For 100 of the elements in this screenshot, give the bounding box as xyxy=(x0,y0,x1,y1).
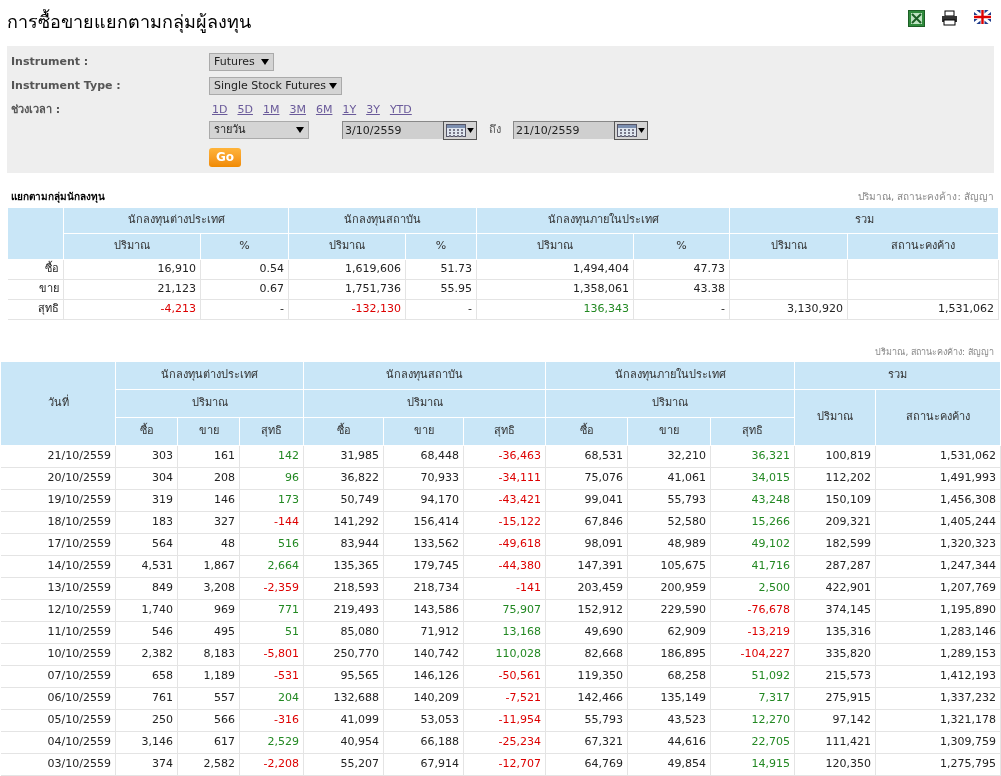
calendar-button[interactable] xyxy=(614,120,648,140)
range-link[interactable]: 3Y xyxy=(366,102,380,119)
row-label: ขาย xyxy=(7,279,64,299)
table-cell: 82,668 xyxy=(545,643,628,666)
table-cell: 1,531,062 xyxy=(875,445,1001,468)
table-cell: -50,561 xyxy=(463,665,546,688)
table-cell: 41,716 xyxy=(710,555,795,578)
table-cell: 143,586 xyxy=(383,599,464,622)
caret-icon xyxy=(638,127,645,133)
column-header: สุทธิ xyxy=(710,417,795,446)
date-cell: 05/10/2559 xyxy=(0,709,116,732)
table-cell: 36,822 xyxy=(303,467,384,490)
field-label: Instrument : xyxy=(11,53,90,70)
range-link[interactable]: 1D xyxy=(212,102,228,119)
table-cell: 85,080 xyxy=(303,621,384,644)
table-cell: 319 xyxy=(115,489,178,512)
range-link[interactable]: 3M xyxy=(289,102,306,119)
table-cell: 135,149 xyxy=(627,687,711,710)
date-cell: 12/10/2559 xyxy=(0,599,116,622)
table-cell: -4,213 xyxy=(63,299,201,319)
column-header: ซื้อ xyxy=(545,417,628,446)
table-cell: 98,091 xyxy=(545,533,628,556)
column-header: ขาย xyxy=(383,417,464,446)
instrument-type-dropdown[interactable]: Single Stock Futures xyxy=(209,77,342,95)
range-link[interactable]: 5D xyxy=(237,102,253,119)
table-cell: 146 xyxy=(177,489,240,512)
column-header: % xyxy=(633,233,730,259)
table-cell: 218,734 xyxy=(383,577,464,600)
to-label: ถึง xyxy=(489,121,501,138)
table-cell: 209,321 xyxy=(794,511,876,534)
table-cell: 1,189 xyxy=(177,665,240,688)
group-header: รวม xyxy=(794,361,1001,390)
table-cell: 133,562 xyxy=(383,533,464,556)
table-cell: 55,793 xyxy=(627,489,711,512)
table-cell: 53,053 xyxy=(383,709,464,732)
table-cell: 495 xyxy=(177,621,240,644)
to-date-field[interactable]: 21/10/2559 xyxy=(513,121,614,139)
table-cell: 250,770 xyxy=(303,643,384,666)
table-cell: 51.73 xyxy=(405,259,477,279)
table-cell: 3,146 xyxy=(115,731,178,754)
page-title: การซื้อขายแยกตามกลุ่มผู้ลงทุน xyxy=(7,8,251,35)
table-cell: 95,565 xyxy=(303,665,384,688)
table-cell: 1,275,795 xyxy=(875,753,1001,776)
table-cell: 147,391 xyxy=(545,555,628,578)
table-cell: -2,208 xyxy=(239,753,304,776)
table-cell: 146,126 xyxy=(383,665,464,688)
row-label: สุทธิ xyxy=(7,299,64,319)
date-cell: 13/10/2559 xyxy=(0,577,116,600)
table-cell: 13,168 xyxy=(463,621,546,644)
date-cell: 04/10/2559 xyxy=(0,731,116,754)
calendar-icon xyxy=(617,123,637,137)
table-cell: 1,358,061 xyxy=(476,279,634,299)
table-cell: 105,675 xyxy=(627,555,711,578)
table-cell: 41,061 xyxy=(627,467,711,490)
table-cell: 156,414 xyxy=(383,511,464,534)
table-cell: -12,707 xyxy=(463,753,546,776)
table-cell: 2,382 xyxy=(115,643,178,666)
table-cell: 132,688 xyxy=(303,687,384,710)
table-cell: 94,170 xyxy=(383,489,464,512)
table-cell: 71,912 xyxy=(383,621,464,644)
range-link[interactable]: 1M xyxy=(262,102,280,119)
table-cell: 287,287 xyxy=(794,555,876,578)
table-cell: 55,207 xyxy=(303,753,384,776)
table-cell: 99,041 xyxy=(545,489,628,512)
table-cell: -76,678 xyxy=(710,599,795,622)
range-link[interactable]: 1Y xyxy=(342,102,357,119)
table-cell: 8,183 xyxy=(177,643,240,666)
column-header: สุทธิ xyxy=(239,417,304,446)
frequency-dropdown[interactable]: รายวัน xyxy=(209,121,309,139)
table-cell: 15,266 xyxy=(710,511,795,534)
column-header: วันที่ xyxy=(0,361,116,446)
field-label: ช่วงเวลา : xyxy=(11,102,62,118)
table-cell: 2,500 xyxy=(710,577,795,600)
table-cell: 68,531 xyxy=(545,445,628,468)
table-cell: 110,028 xyxy=(463,643,546,666)
spreadsheet-icon[interactable] xyxy=(908,10,925,27)
table-cell: 31,985 xyxy=(303,445,384,468)
column-header: สุทธิ xyxy=(463,417,546,446)
printer-icon[interactable] xyxy=(941,10,958,26)
date-cell: 07/10/2559 xyxy=(0,665,116,688)
table-cell: 327 xyxy=(177,511,240,534)
table-cell: 48,989 xyxy=(627,533,711,556)
group-header: นักลงทุนต่างประเทศ xyxy=(115,361,304,390)
group-header: นักลงทุนสถาบัน xyxy=(303,361,546,390)
field-label: Instrument Type : xyxy=(11,77,122,94)
calendar-button[interactable] xyxy=(443,120,477,140)
table-cell: 1,619,606 xyxy=(288,259,406,279)
instrument-dropdown[interactable]: Futures xyxy=(209,53,274,71)
table-cell: 140,742 xyxy=(383,643,464,666)
table-cell: 83,944 xyxy=(303,533,384,556)
table-cell: 2,582 xyxy=(177,753,240,776)
flag-icon[interactable] xyxy=(974,10,991,24)
table-cell: 617 xyxy=(177,731,240,754)
range-link[interactable]: 6M xyxy=(315,102,333,119)
table-cell: 2,664 xyxy=(239,555,304,578)
table-cell: -44,380 xyxy=(463,555,546,578)
range-link[interactable]: YTD xyxy=(389,102,412,119)
column-header: % xyxy=(405,233,477,259)
from-date-field[interactable]: 3/10/2559 xyxy=(342,121,443,139)
table-cell: -316 xyxy=(239,709,304,732)
